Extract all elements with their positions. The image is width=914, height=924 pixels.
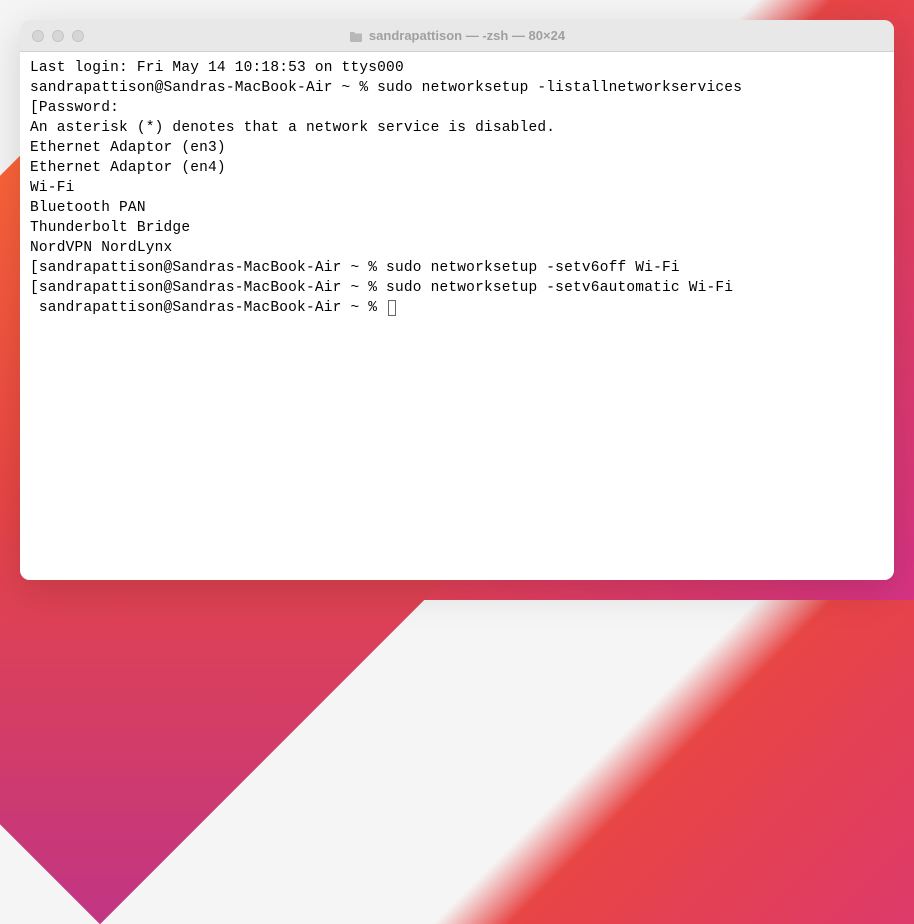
terminal-line: [Password: (30, 98, 884, 118)
terminal-line: [sandrapattison@Sandras-MacBook-Air ~ % … (30, 278, 884, 298)
terminal-content[interactable]: Last login: Fri May 14 10:18:53 on ttys0… (20, 52, 894, 580)
close-button[interactable] (32, 30, 44, 42)
cursor (388, 300, 396, 316)
maximize-button[interactable] (72, 30, 84, 42)
folder-icon (349, 30, 363, 41)
terminal-line: Thunderbolt Bridge (30, 218, 884, 238)
window-title: sandrapattison — -zsh — 80×24 (20, 28, 894, 43)
traffic-lights (20, 30, 84, 42)
terminal-line: Wi-Fi (30, 178, 884, 198)
terminal-line: Ethernet Adaptor (en3) (30, 138, 884, 158)
minimize-button[interactable] (52, 30, 64, 42)
window-title-text: sandrapattison — -zsh — 80×24 (369, 28, 565, 43)
terminal-line: Last login: Fri May 14 10:18:53 on ttys0… (30, 58, 884, 78)
terminal-line: [sandrapattison@Sandras-MacBook-Air ~ % … (30, 258, 884, 278)
terminal-line: An asterisk (*) denotes that a network s… (30, 118, 884, 138)
terminal-window: sandrapattison — -zsh — 80×24 Last login… (20, 20, 894, 580)
terminal-line: sandrapattison@Sandras-MacBook-Air ~ % s… (30, 78, 884, 98)
terminal-line: NordVPN NordLynx (30, 238, 884, 258)
title-bar[interactable]: sandrapattison — -zsh — 80×24 (20, 20, 894, 52)
terminal-prompt: sandrapattison@Sandras-MacBook-Air ~ % (30, 300, 386, 316)
terminal-line: Bluetooth PAN (30, 198, 884, 218)
terminal-line: Ethernet Adaptor (en4) (30, 158, 884, 178)
terminal-prompt-line: sandrapattison@Sandras-MacBook-Air ~ % (30, 298, 884, 318)
